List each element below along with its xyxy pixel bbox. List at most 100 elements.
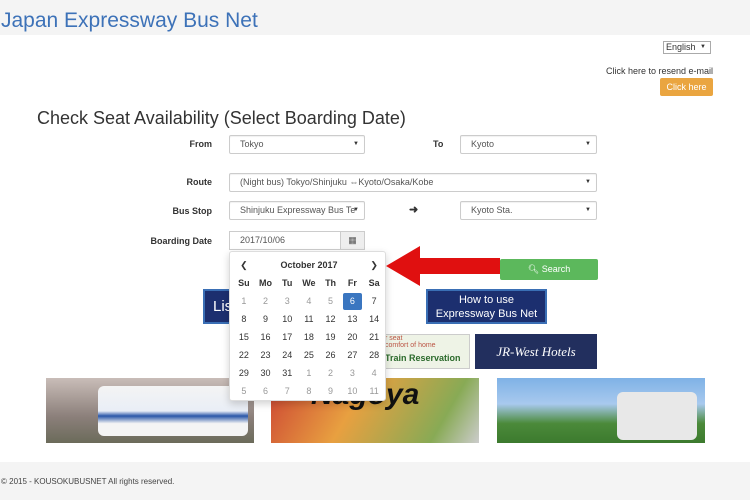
- day-number: 26: [325, 350, 336, 360]
- calendar-day[interactable]: 10: [341, 382, 363, 400]
- caret-down-icon: ▼: [700, 44, 706, 50]
- calendar-day[interactable]: 21: [363, 328, 385, 346]
- from-select[interactable]: Tokyo ▼: [229, 135, 365, 154]
- calendar-week: 5 6 7 8 9 10 11: [233, 382, 385, 400]
- site-title[interactable]: Japan Expressway Bus Net: [1, 9, 258, 33]
- calendar-day[interactable]: 1: [233, 292, 255, 310]
- calendar-week: 22 23 24 25 26 27 28: [233, 346, 385, 364]
- calendar-day[interactable]: 26: [320, 346, 342, 364]
- bus-stop-to-value: Kyoto Sta.: [471, 205, 513, 215]
- calendar-button[interactable]: ▦: [340, 231, 365, 250]
- language-value: English: [666, 42, 696, 52]
- weekday-header: Fr: [347, 278, 357, 288]
- calendar-day[interactable]: 13: [341, 310, 363, 328]
- calendar-day[interactable]: 7: [276, 382, 298, 400]
- from-value: Tokyo: [240, 139, 264, 149]
- calendar-day[interactable]: 8: [298, 382, 320, 400]
- calendar-day[interactable]: 19: [320, 328, 342, 346]
- day-number: 2: [328, 368, 334, 378]
- to-select[interactable]: Kyoto ▼: [460, 135, 597, 154]
- calendar-day[interactable]: 25: [298, 346, 320, 364]
- day-number: 13: [347, 314, 358, 324]
- calendar-day[interactable]: 3: [341, 364, 363, 382]
- calendar-day[interactable]: 4: [363, 364, 385, 382]
- calendar-day[interactable]: 5: [320, 292, 342, 310]
- how-to-use-banner[interactable]: How to use Expressway Bus Net: [426, 289, 547, 324]
- calendar-day[interactable]: 24: [276, 346, 298, 364]
- calendar-day[interactable]: 10: [276, 310, 298, 328]
- boarding-date-label: Boarding Date: [150, 236, 212, 246]
- bus-photo[interactable]: [46, 378, 254, 443]
- calendar-day[interactable]: 2: [320, 364, 342, 382]
- jr-west-hotels-banner[interactable]: JR-West Hotels: [475, 334, 597, 369]
- day-number: 12: [325, 314, 336, 324]
- weekday-header: Su: [238, 278, 250, 288]
- calendar-day[interactable]: 7: [363, 292, 385, 310]
- calendar-day[interactable]: 4: [298, 292, 320, 310]
- calendar-day[interactable]: 8: [233, 310, 255, 328]
- day-number: 18: [303, 332, 314, 342]
- day-number: 25: [303, 350, 314, 360]
- day-number: 23: [260, 350, 271, 360]
- calendar-day[interactable]: 20: [341, 328, 363, 346]
- page-title: Check Seat Availability (Select Boarding…: [37, 108, 406, 128]
- calendar-day[interactable]: 9: [320, 382, 342, 400]
- calendar-day-selected[interactable]: 6: [341, 292, 363, 310]
- calendar-day[interactable]: 31: [276, 364, 298, 382]
- calendar-week: 1 2 3 4 567: [233, 292, 385, 310]
- day-number: 19: [325, 332, 336, 342]
- copyright: © 2015 - KOUSOKUBUSNET All rights reserv…: [1, 477, 175, 486]
- calendar-day[interactable]: 1: [298, 364, 320, 382]
- calendar-day[interactable]: 9: [255, 310, 277, 328]
- calendar-day[interactable]: 22: [233, 346, 255, 364]
- calendar-day[interactable]: 5: [233, 382, 255, 400]
- route-value: (Night bus) Tokyo/Shinjuku ⇔Kyoto/Osaka/…: [240, 177, 434, 187]
- calendar-day[interactable]: 27: [341, 346, 363, 364]
- day-number: 1: [241, 296, 247, 306]
- resend-email-button[interactable]: Click here: [660, 78, 713, 96]
- calendar-day[interactable]: 12: [320, 310, 342, 328]
- calendar-day[interactable]: 18: [298, 328, 320, 346]
- day-number: 30: [260, 368, 271, 378]
- weekday-header: Tu: [282, 278, 293, 288]
- calendar-day[interactable]: 14: [363, 310, 385, 328]
- month-title[interactable]: October 2017: [255, 256, 364, 274]
- caret-down-icon: ▼: [585, 179, 591, 185]
- osaka-castle-photo[interactable]: [497, 378, 705, 443]
- bus-stop-from-select[interactable]: Shinjuku Expressway Bus Te ▼: [229, 201, 365, 220]
- calendar-day[interactable]: 6: [255, 382, 277, 400]
- day-number: 5: [328, 296, 334, 306]
- calendar-day[interactable]: 11: [298, 310, 320, 328]
- calendar-day[interactable]: 30: [255, 364, 277, 382]
- weekday-header: Mo: [259, 278, 273, 288]
- day-number: 3: [284, 296, 290, 306]
- calendar-day[interactable]: 3: [276, 292, 298, 310]
- day-number: 10: [347, 386, 358, 396]
- arrow-right-icon: ➜: [409, 204, 419, 216]
- calendar-day[interactable]: 11: [363, 382, 385, 400]
- weekday-header: Th: [325, 278, 337, 288]
- next-month-button[interactable]: ❯: [363, 256, 385, 274]
- boarding-date-input[interactable]: 2017/10/06: [229, 231, 341, 250]
- bus-stop-to-select[interactable]: Kyoto Sta. ▼: [460, 201, 597, 220]
- calendar-day[interactable]: 15: [233, 328, 255, 346]
- route-select[interactable]: (Night bus) Tokyo/Shinjuku ⇔Kyoto/Osaka/…: [229, 173, 597, 192]
- day-number: 16: [260, 332, 271, 342]
- calendar-day[interactable]: 17: [276, 328, 298, 346]
- calendar-icon: ▦: [348, 235, 357, 245]
- day-number: 29: [238, 368, 249, 378]
- calendar-day[interactable]: 28: [363, 346, 385, 364]
- calendar-day[interactable]: 16: [255, 328, 277, 346]
- calendar-day[interactable]: 2: [255, 292, 277, 310]
- day-number: 1: [306, 368, 312, 378]
- caret-down-icon: ▼: [353, 207, 359, 213]
- day-number: 28: [369, 350, 380, 360]
- day-number: 24: [282, 350, 293, 360]
- search-button[interactable]: 🔍︎ Search: [500, 259, 598, 280]
- prev-month-button[interactable]: ❮: [233, 256, 255, 274]
- day-number: 2: [263, 296, 269, 306]
- calendar-day[interactable]: 23: [255, 346, 277, 364]
- language-select[interactable]: English ▼: [663, 41, 711, 54]
- day-number: 4: [371, 368, 377, 378]
- calendar-day[interactable]: 29: [233, 364, 255, 382]
